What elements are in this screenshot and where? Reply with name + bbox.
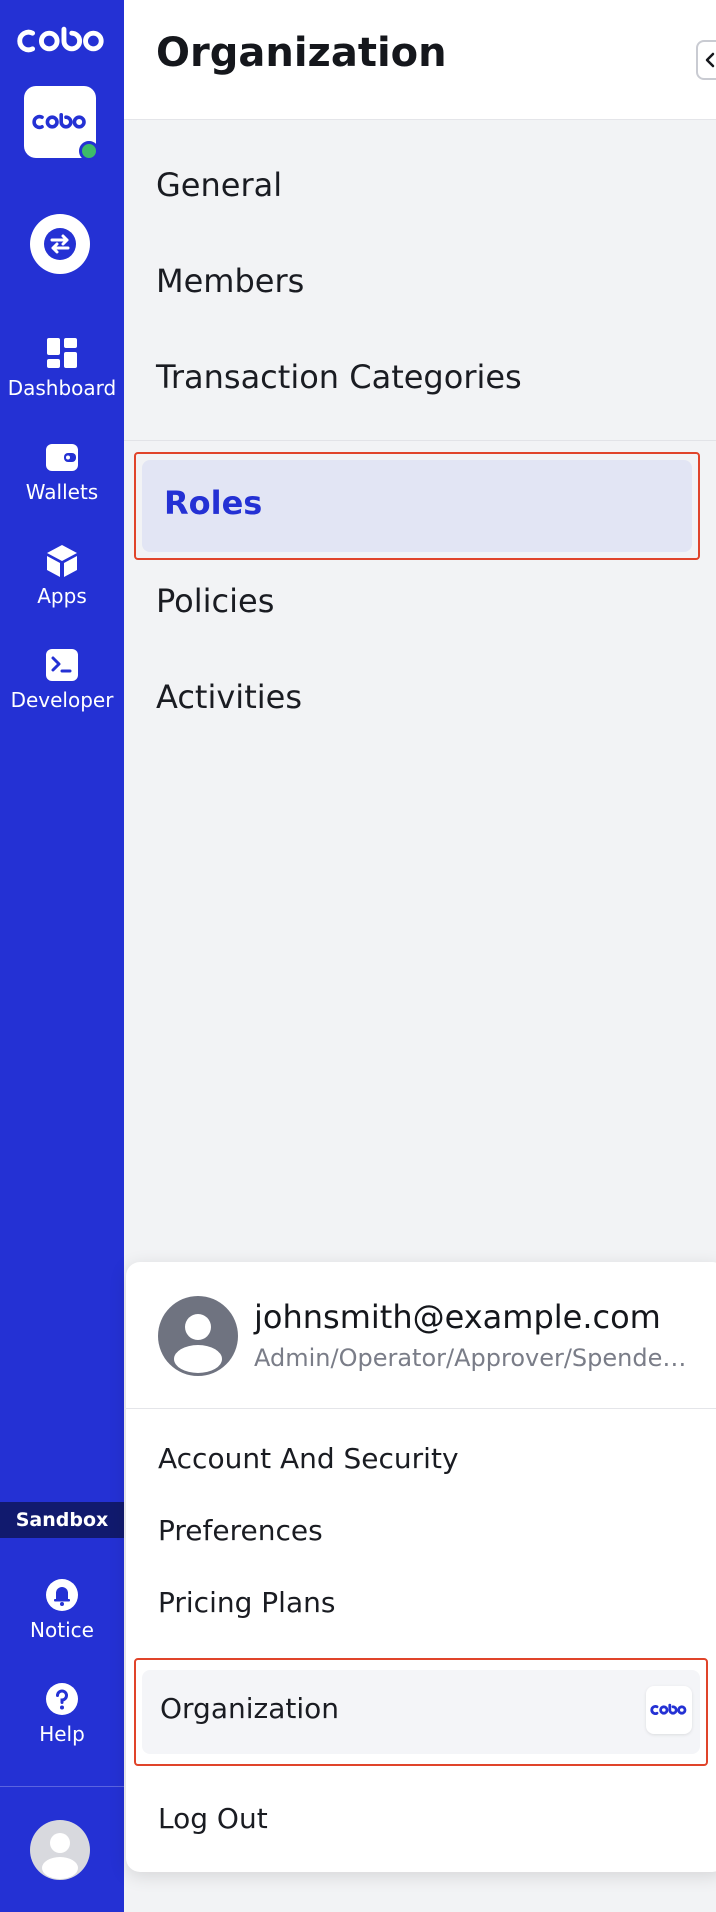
nav-wallets-label: Wallets <box>25 480 99 504</box>
cube-icon <box>47 545 77 577</box>
popover-divider <box>126 1408 716 1409</box>
nav-developer[interactable]: Developer <box>0 648 124 712</box>
environment-badge: Sandbox <box>0 1502 124 1538</box>
account-roles: Admin/Operator/Approver/Spender/Viewer <box>254 1344 694 1372</box>
menu-item-roles[interactable]: Roles <box>142 460 692 552</box>
left-nav-rail: Dashboard Wallets Apps Developer Sandbox… <box>0 0 124 1912</box>
swap-button[interactable] <box>30 214 90 274</box>
menu-item-members[interactable]: Members <box>156 262 304 300</box>
account-menu-preferences[interactable]: Preferences <box>158 1514 323 1547</box>
nav-apps[interactable]: Apps <box>0 544 124 608</box>
menu-item-policies[interactable]: Policies <box>156 582 274 620</box>
nav-apps-label: Apps <box>37 584 87 608</box>
user-icon <box>174 1314 222 1373</box>
nav-notice-label: Notice <box>30 1618 94 1642</box>
nav-help-label: Help <box>39 1722 85 1746</box>
nav-dashboard-label: Dashboard <box>7 376 117 400</box>
menu-item-roles-label: Roles <box>164 484 263 522</box>
popover-avatar <box>158 1296 238 1376</box>
chevron-left-icon <box>705 52 715 68</box>
page-title: Organization <box>156 30 447 76</box>
nav-help[interactable]: Help <box>0 1682 124 1746</box>
question-icon <box>46 1683 78 1715</box>
account-menu-account-security[interactable]: Account And Security <box>158 1442 459 1475</box>
nav-developer-label: Developer <box>10 688 114 712</box>
collapse-panel-button[interactable] <box>696 40 716 80</box>
account-menu-organization[interactable]: Organization <box>142 1670 700 1754</box>
organization-logo <box>646 1686 692 1734</box>
cobo-logo-icon <box>32 113 86 130</box>
menu-item-roles-highlight: Roles <box>134 452 700 560</box>
bell-icon <box>46 1579 78 1611</box>
account-email: johnsmith@example.com <box>254 1298 661 1336</box>
nav-wallets[interactable]: Wallets <box>0 440 124 504</box>
cobo-logo-icon <box>650 1703 687 1715</box>
user-avatar-button[interactable] <box>30 1820 90 1880</box>
user-icon <box>42 1833 78 1879</box>
app-window: Dashboard Wallets Apps Developer Sandbox… <box>0 0 716 1912</box>
swap-arrows-icon <box>44 228 76 260</box>
account-menu-organization-label: Organization <box>160 1692 340 1725</box>
account-menu-organization-highlight: Organization <box>134 1658 708 1766</box>
menu-item-activities[interactable]: Activities <box>156 678 302 716</box>
account-menu-popover: johnsmith@example.com Admin/Operator/App… <box>126 1262 716 1872</box>
nav-dashboard[interactable]: Dashboard <box>0 336 124 400</box>
menu-item-transaction-categories[interactable]: Transaction Categories <box>156 358 522 396</box>
account-menu-pricing-plans[interactable]: Pricing Plans <box>158 1586 335 1619</box>
panel-header: Organization <box>124 0 716 120</box>
wallet-icon <box>46 444 78 471</box>
cobo-logo-icon[interactable] <box>0 22 124 64</box>
nav-notice[interactable]: Notice <box>0 1578 124 1642</box>
terminal-icon <box>46 649 78 681</box>
account-menu-log-out[interactable]: Log Out <box>158 1802 268 1835</box>
organization-switcher[interactable] <box>24 86 99 161</box>
menu-divider <box>124 440 716 441</box>
online-status-dot <box>79 141 99 161</box>
rail-divider <box>0 1786 124 1787</box>
menu-item-general[interactable]: General <box>156 166 282 204</box>
grid-icon <box>47 338 77 368</box>
